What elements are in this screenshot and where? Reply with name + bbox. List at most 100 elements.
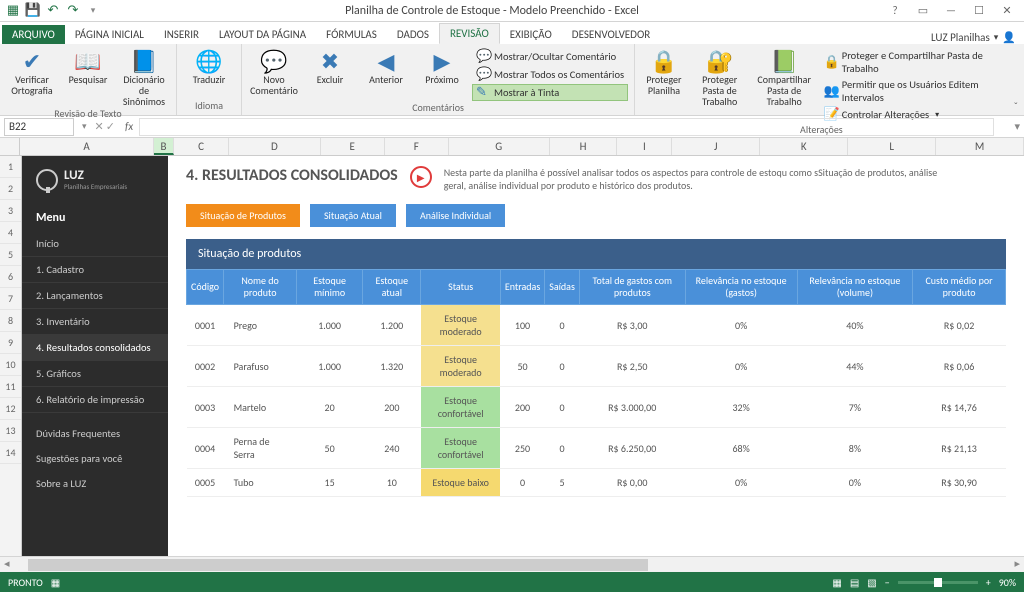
row-header[interactable]: 7 [0, 288, 21, 310]
row-header[interactable]: 8 [0, 310, 21, 332]
user-account[interactable]: LUZ Planilhas ▾ 👤 [931, 31, 1024, 44]
column-header-F[interactable]: F [385, 138, 449, 155]
sidebar-extra-item[interactable]: Sobre a LUZ [22, 471, 168, 496]
fx-icon[interactable]: fx [119, 120, 139, 133]
tab-exibição[interactable]: EXIBIÇÃO [500, 25, 562, 44]
namebox-dropdown-icon[interactable]: ▾ [78, 121, 91, 132]
tab-inserir[interactable]: INSERIR [154, 25, 209, 44]
row-header[interactable]: 10 [0, 354, 21, 376]
table-cell: R$ 0,06 [913, 346, 1006, 387]
toggle-comment-button[interactable]: 💬Mostrar/Ocultar Comentário [472, 48, 628, 65]
qat-customize-icon[interactable]: ▾ [84, 2, 102, 20]
table-cell: Perna de Serra [224, 428, 297, 469]
delete-comment-button[interactable]: ✖Excluir [304, 46, 356, 85]
protect-sheet-button[interactable]: 🔒Proteger Planilha [641, 46, 687, 96]
undo-icon[interactable]: ↶ [44, 2, 62, 20]
expand-formula-icon[interactable]: ▾ [1010, 120, 1024, 133]
sidebar-extra-item[interactable]: Sugestões para você [22, 446, 168, 471]
ribbon-options-icon[interactable]: ▭ [910, 2, 936, 20]
view-normal-icon[interactable]: ▦ [832, 576, 841, 589]
zoom-out-icon[interactable]: − [885, 576, 890, 589]
play-icon[interactable]: ▶ [410, 166, 432, 188]
sidebar-item[interactable]: 1. Cadastro [22, 257, 168, 283]
protect-share-button[interactable]: 🔒Proteger e Compartilhar Pasta de Trabal… [820, 48, 1002, 76]
new-comment-button[interactable]: 💬Novo Comentário [248, 46, 300, 96]
sidebar-item[interactable]: 4. Resultados consolidados [22, 335, 168, 361]
sidebar-extra-item[interactable]: Dúvidas Frequentes [22, 421, 168, 446]
column-header-L[interactable]: L [848, 138, 936, 155]
row-header[interactable]: 2 [0, 178, 21, 200]
view-pagebreak-icon[interactable]: ▧ [867, 576, 876, 589]
help-icon[interactable]: ? [882, 2, 908, 20]
subtab[interactable]: Situação Atual [310, 204, 396, 227]
sidebar-item[interactable]: 6. Relatório de impressão [22, 387, 168, 413]
zoom-in-icon[interactable]: + [986, 576, 991, 589]
table-cell: 0% [685, 469, 797, 497]
sidebar-item[interactable]: 5. Gráficos [22, 361, 168, 387]
collapse-ribbon-icon[interactable]: ˇ [1008, 100, 1024, 115]
show-ink-button[interactable]: ✎Mostrar à Tinta [472, 84, 628, 101]
zoom-slider[interactable] [898, 581, 978, 584]
allow-edit-button[interactable]: 👥Permitir que os Usuários Editem Interva… [820, 77, 1002, 105]
column-header-I[interactable]: I [617, 138, 672, 155]
column-header-E[interactable]: E [321, 138, 385, 155]
horizontal-scrollbar[interactable]: ◂ ▸ [0, 556, 1024, 572]
column-header-B[interactable]: B [154, 138, 174, 155]
tab-layout-da-página[interactable]: LAYOUT DA PÁGINA [209, 25, 316, 44]
row-header[interactable]: 4 [0, 222, 21, 244]
macro-record-icon[interactable]: ▦ [51, 576, 60, 589]
column-header-H[interactable]: H [550, 138, 618, 155]
sidebar-item[interactable]: Início [22, 231, 168, 257]
view-layout-icon[interactable]: ▤ [850, 576, 859, 589]
row-header[interactable]: 13 [0, 420, 21, 442]
row-header[interactable]: 5 [0, 244, 21, 266]
row-header[interactable]: 12 [0, 398, 21, 420]
column-header-K[interactable]: K [760, 138, 848, 155]
sidebar-item[interactable]: 3. Inventário [22, 309, 168, 335]
sidebar-item[interactable]: 2. Lançamentos [22, 283, 168, 309]
column-header-D[interactable]: D [229, 138, 321, 155]
row-header[interactable]: 3 [0, 200, 21, 222]
subtab[interactable]: Situação de Produtos [186, 204, 300, 227]
row-header[interactable]: 9 [0, 332, 21, 354]
sheet-content[interactable]: LUZ Planilhas Empresariais Menu Início1.… [22, 156, 1024, 556]
subtab[interactable]: Análise Individual [406, 204, 505, 227]
research-button[interactable]: 📖Pesquisar [62, 46, 114, 85]
prev-comment-button[interactable]: ◀Anterior [360, 46, 412, 85]
show-all-comments-button[interactable]: 💬Mostrar Todos os Comentários [472, 66, 628, 83]
tab-revisão[interactable]: REVISÃO [439, 23, 500, 44]
accept-formula-icon[interactable]: ✓ [106, 120, 115, 133]
tab-página-inicial[interactable]: PÁGINA INICIAL [65, 25, 154, 44]
column-header-J[interactable]: J [672, 138, 760, 155]
spelling-button[interactable]: ✔Verificar Ortografia [6, 46, 58, 96]
tab-desenvolvedor[interactable]: DESENVOLVEDOR [562, 25, 660, 44]
translate-button[interactable]: 🌐Traduzir [183, 46, 235, 85]
save-icon[interactable]: 💾 [24, 2, 42, 20]
minimize-icon[interactable]: — [938, 2, 964, 20]
row-header[interactable]: 6 [0, 266, 21, 288]
column-header-C[interactable]: C [174, 138, 229, 155]
formula-input[interactable] [139, 118, 994, 136]
column-header-A[interactable]: A [20, 138, 154, 155]
cancel-formula-icon[interactable]: ✕ [95, 120, 104, 133]
column-header-M[interactable]: M [936, 138, 1024, 155]
share-workbook-button[interactable]: 📗Compartilhar Pasta de Trabalho [753, 46, 816, 107]
row-header[interactable]: 11 [0, 376, 21, 398]
protect-workbook-button[interactable]: 🔐Proteger Pasta de Trabalho [691, 46, 749, 107]
column-header-G[interactable]: G [449, 138, 550, 155]
tab-arquivo[interactable]: ARQUIVO [2, 25, 65, 44]
tab-fórmulas[interactable]: FÓRMULAS [316, 25, 387, 44]
redo-icon[interactable]: ↷ [64, 2, 82, 20]
formula-bar: B22 ▾ ✕ ✓ fx ▾ [0, 116, 1024, 138]
maximize-icon[interactable]: ☐ [966, 2, 992, 20]
name-box[interactable]: B22 [4, 118, 74, 136]
close-icon[interactable]: ✕ [994, 2, 1020, 20]
select-all-corner[interactable] [0, 138, 20, 155]
tab-dados[interactable]: DADOS [387, 25, 439, 44]
thesaurus-button[interactable]: 📘Dicionário de Sinônimos [118, 46, 170, 107]
row-header[interactable]: 1 [0, 156, 21, 178]
next-comment-button[interactable]: ▶Próximo [416, 46, 468, 85]
zoom-level[interactable]: 90% [999, 576, 1016, 589]
row-header[interactable]: 14 [0, 442, 21, 464]
scrollbar-thumb[interactable] [28, 559, 648, 571]
